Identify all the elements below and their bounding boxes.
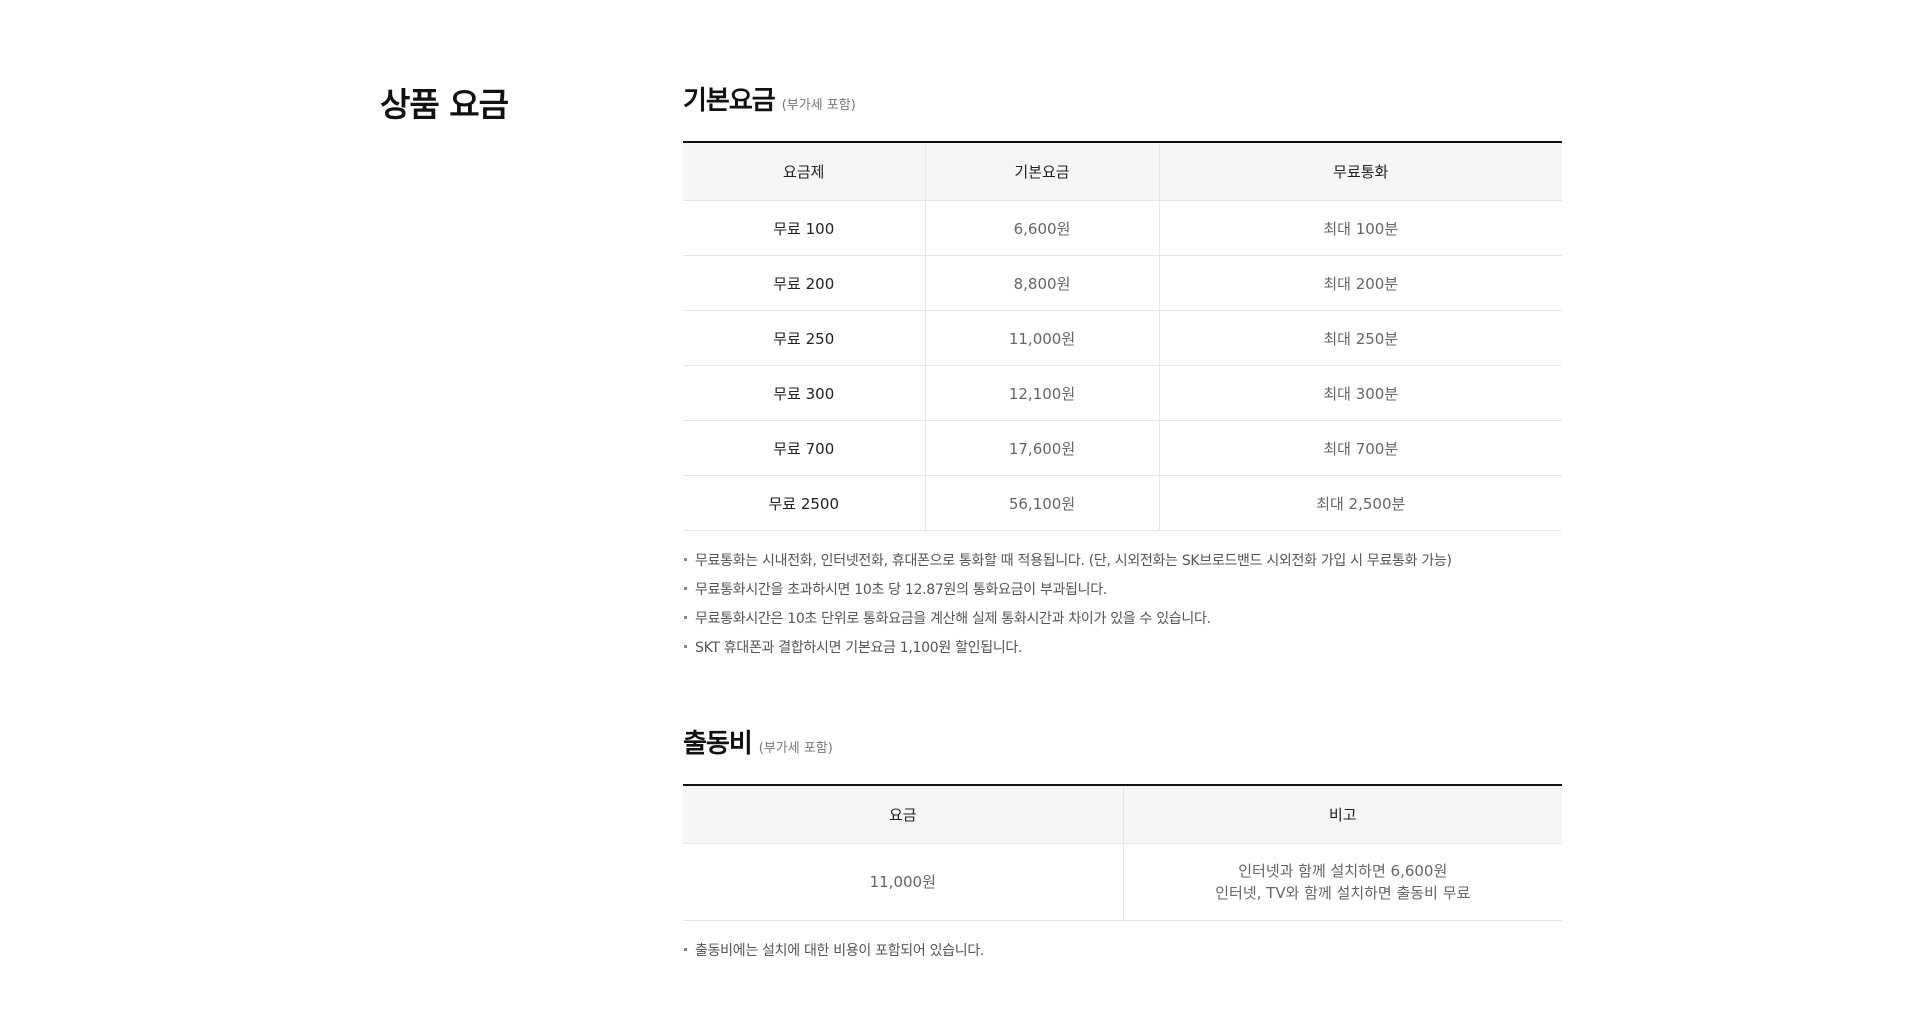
note-item: SKT 휴대폰과 결합하시면 기본요금 1,100원 할인됩니다. — [683, 634, 1562, 663]
table-row: 무료 300 12,100원 최대 300분 — [683, 365, 1562, 421]
basic-fee-title: 기본요금 — [683, 86, 776, 116]
col-header-fee: 요금 — [683, 785, 1123, 844]
table-header-row: 요금제 기본요금 무료통화 — [683, 142, 1562, 201]
table-row: 무료 250 11,000원 최대 250분 — [683, 310, 1562, 366]
fee-cell: 6,600원 — [924, 200, 1159, 256]
visit-fee-heading: 출동비 (부가세 포함) — [683, 723, 1562, 761]
free-call-cell: 최대 100분 — [1158, 200, 1562, 256]
visit-fee-subtitle: (부가세 포함) — [758, 741, 833, 756]
table-row: 무료 2500 56,100원 최대 2,500분 — [683, 475, 1562, 531]
fee-cell: 56,100원 — [924, 475, 1159, 531]
basic-fee-notes: 무료통화는 시내전화, 인터넷전화, 휴대폰으로 통화할 때 적용됩니다. (단… — [683, 547, 1562, 663]
col-header-free-call: 무료통화 — [1158, 142, 1562, 201]
remark-line: 인터넷과 함께 설치하면 6,600원 — [1238, 862, 1448, 880]
plan-cell: 무료 2500 — [683, 475, 925, 531]
content: 기본요금 (부가세 포함) 요금제 기본요금 무료통화 무료 100 6,600… — [683, 80, 1562, 966]
fee-cell: 8,800원 — [924, 255, 1159, 311]
visit-fee-section: 출동비 (부가세 포함) 요금 비고 11,000원 인터넷과 함께 설치하면 … — [683, 723, 1562, 966]
basic-fee-heading: 기본요금 (부가세 포함) — [683, 80, 1562, 118]
free-call-cell: 최대 2,500분 — [1158, 475, 1562, 531]
note-item: 출동비에는 설치에 대한 비용이 포함되어 있습니다. — [683, 937, 1562, 966]
basic-fee-table: 요금제 기본요금 무료통화 무료 100 6,600원 최대 100분 무료 2… — [683, 141, 1562, 531]
plan-cell: 무료 100 — [683, 200, 925, 256]
basic-fee-subtitle: (부가세 포함) — [781, 98, 856, 113]
visit-fee-title: 출동비 — [683, 729, 753, 759]
visit-fee-notes: 출동비에는 설치에 대한 비용이 포함되어 있습니다. — [683, 937, 1562, 966]
note-item: 무료통화는 시내전화, 인터넷전화, 휴대폰으로 통화할 때 적용됩니다. (단… — [683, 547, 1562, 576]
plan-cell: 무료 250 — [683, 310, 925, 366]
col-header-remark: 비고 — [1122, 785, 1562, 844]
visit-fee-table: 요금 비고 11,000원 인터넷과 함께 설치하면 6,600원 인터넷, T… — [683, 784, 1562, 921]
plan-cell: 무료 700 — [683, 420, 925, 476]
plan-cell: 무료 200 — [683, 255, 925, 311]
table-row: 무료 200 8,800원 최대 200분 — [683, 255, 1562, 311]
plan-cell: 무료 300 — [683, 365, 925, 421]
page: 상품 요금 기본요금 (부가세 포함) 요금제 기본요금 무료통화 무료 100… — [0, 0, 1920, 1022]
free-call-cell: 최대 700분 — [1158, 420, 1562, 476]
table-row: 11,000원 인터넷과 함께 설치하면 6,600원 인터넷, TV와 함께 … — [683, 843, 1562, 921]
note-item: 무료통화시간은 10초 단위로 통화요금을 계산해 실제 통화시간과 차이가 있… — [683, 605, 1562, 634]
note-item: 무료통화시간을 초과하시면 10초 당 12.87원의 통화요금이 부과됩니다. — [683, 576, 1562, 605]
col-header-basic-fee: 기본요금 — [924, 142, 1159, 201]
col-header-plan: 요금제 — [683, 142, 925, 201]
visit-fee-cell: 11,000원 — [683, 843, 1123, 921]
fee-cell: 17,600원 — [924, 420, 1159, 476]
remark-line: 인터넷, TV와 함께 설치하면 출동비 무료 — [1215, 884, 1471, 902]
table-row: 무료 700 17,600원 최대 700분 — [683, 420, 1562, 476]
free-call-cell: 최대 200분 — [1158, 255, 1562, 311]
fee-cell: 11,000원 — [924, 310, 1159, 366]
fee-cell: 12,100원 — [924, 365, 1159, 421]
free-call-cell: 최대 300분 — [1158, 365, 1562, 421]
page-title: 상품 요금 — [380, 85, 509, 124]
table-header-row: 요금 비고 — [683, 785, 1562, 844]
free-call-cell: 최대 250분 — [1158, 310, 1562, 366]
table-row: 무료 100 6,600원 최대 100분 — [683, 200, 1562, 256]
visit-fee-remark-cell: 인터넷과 함께 설치하면 6,600원 인터넷, TV와 함께 설치하면 출동비… — [1122, 843, 1562, 921]
